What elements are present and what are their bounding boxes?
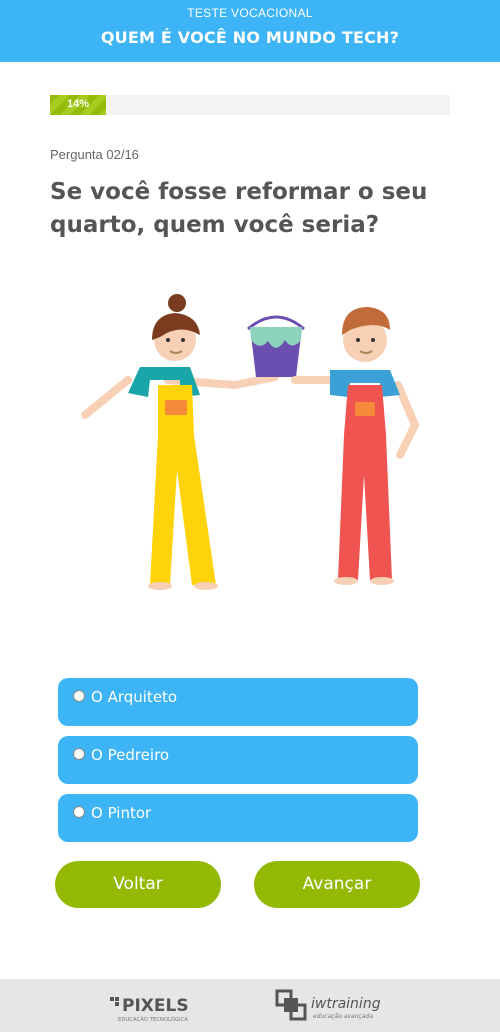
paint-bucket — [247, 315, 305, 377]
iwtraining-logo: iwtraining educação avançada — [275, 989, 381, 1021]
option-label: O Pintor — [91, 804, 152, 822]
girl-figure — [81, 294, 279, 590]
header-title: QUEM É VOCÊ NO MUNDO TECH? — [100, 28, 400, 47]
option-arquiteto[interactable]: O Arquiteto — [58, 678, 418, 726]
question-counter: Pergunta 02/16 — [50, 147, 139, 162]
back-button[interactable]: Voltar — [55, 861, 221, 908]
radio-button[interactable] — [73, 690, 85, 702]
radio-button[interactable] — [73, 748, 85, 760]
radio-button[interactable] — [73, 806, 85, 818]
footer: PIXELS EDUCAÇÃO TECNOLÓGICA iwtraining e… — [0, 979, 500, 1032]
iwtraining-tagline: educação avançada — [313, 1013, 373, 1020]
pixels-tagline: EDUCAÇÃO TECNOLÓGICA — [118, 1016, 188, 1023]
app-header: TESTE VOCACIONAL QUEM É VOCÊ NO MUNDO TE… — [0, 0, 500, 62]
boy-figure — [291, 307, 420, 585]
progress-bar: 14% — [50, 95, 450, 115]
option-pedreiro[interactable]: O Pedreiro — [58, 736, 418, 784]
pixels-logo-text: PIXELS — [122, 996, 189, 1016]
header-subtitle: TESTE VOCACIONAL — [187, 6, 313, 20]
question-text: Se você fosse reformar o seu quarto, que… — [50, 179, 428, 238]
painters-illustration — [81, 294, 420, 590]
option-label: O Pedreiro — [91, 746, 170, 764]
option-pintor[interactable]: O Pintor — [58, 794, 418, 842]
iwtraining-logo-text: iwtraining — [311, 996, 381, 1012]
progress-label: 14% — [67, 98, 90, 110]
pixels-logo: PIXELS EDUCAÇÃO TECNOLÓGICA — [110, 996, 189, 1023]
next-button[interactable]: Avançar — [254, 861, 420, 908]
option-label: O Arquiteto — [91, 688, 178, 706]
